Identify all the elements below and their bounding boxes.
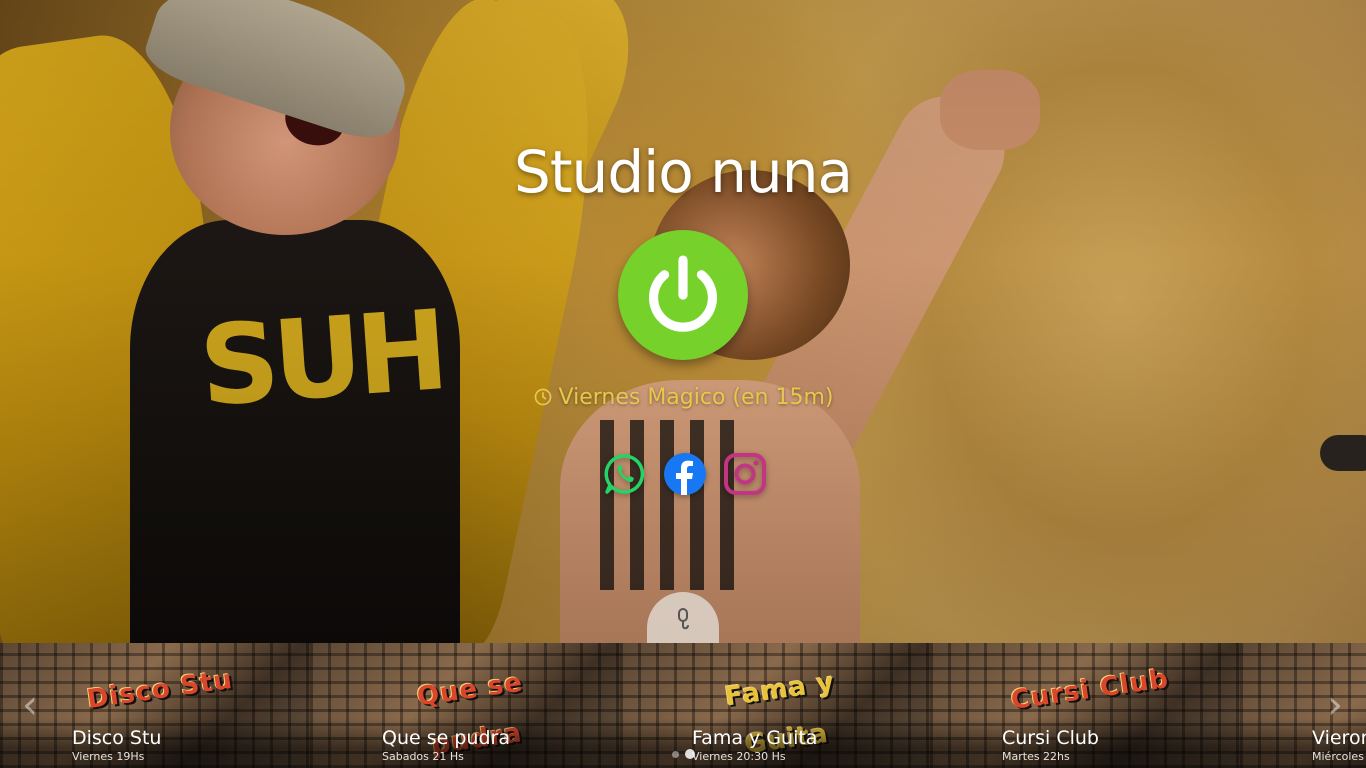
social-links <box>600 452 770 500</box>
microphone-icon <box>678 608 689 630</box>
show-slide[interactable]: Fama y Guita Fama y Guita Viernes 20:30 … <box>620 643 930 768</box>
clock-icon <box>534 388 551 406</box>
radio-app: SUH Studio nuna Viernes Magico (en 15m) <box>0 0 1366 768</box>
carousel-dot[interactable] <box>672 750 679 758</box>
carousel-pagination <box>672 749 695 759</box>
instagram-link[interactable] <box>723 452 767 496</box>
facebook-icon <box>664 453 706 495</box>
show-time: Viernes 19Hs <box>72 750 145 763</box>
chevron-right-icon: › <box>1327 682 1343 728</box>
show-name: Vieron <box>1312 727 1366 749</box>
carousel-dot-active[interactable] <box>685 749 695 759</box>
play-power-button[interactable] <box>618 230 748 360</box>
show-time: Martes 22hs <box>1002 750 1070 763</box>
show-name: Fama y Guita <box>692 727 818 749</box>
whatsapp-icon <box>604 454 645 494</box>
show-time: Sabados 21 Hs <box>382 750 464 763</box>
show-name: Que se pudra <box>382 727 510 749</box>
facebook-link[interactable] <box>663 452 707 496</box>
next-show: Viernes Magico (en 15m) <box>0 385 1366 410</box>
show-name: Disco Stu <box>72 727 162 749</box>
power-icon <box>648 255 718 332</box>
whatsapp-link[interactable] <box>603 452 647 496</box>
show-time: Viernes 20:30 Hs <box>692 750 786 763</box>
show-slide[interactable]: Disco Stu Disco Stu Viernes 19Hs <box>0 643 310 768</box>
instagram-icon <box>724 453 766 495</box>
carousel-prev-button[interactable]: ‹ <box>15 685 45 725</box>
show-slide[interactable]: Cursi Club Cursi Club Martes 22hs <box>930 643 1240 768</box>
show-time: Miércoles <box>1312 750 1364 763</box>
chevron-left-icon: ‹ <box>22 682 38 728</box>
show-slide[interactable]: Que se pudra Que se pudra Sabados 21 Hs <box>310 643 620 768</box>
carousel-next-button[interactable]: › <box>1320 685 1350 725</box>
show-name: Cursi Club <box>1002 727 1099 749</box>
station-title: Studio nuna <box>514 138 853 206</box>
next-show-text: Viernes Magico (en 15m) <box>558 385 834 410</box>
